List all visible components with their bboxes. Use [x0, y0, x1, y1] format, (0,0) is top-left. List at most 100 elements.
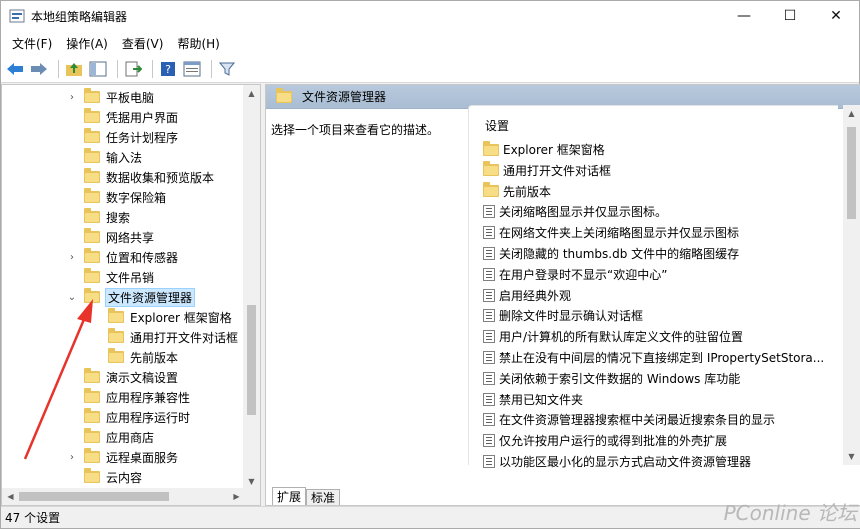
- list-item-setting[interactable]: 启用经典外观: [483, 285, 571, 306]
- tree-item[interactable]: 数据收集和预览版本: [66, 167, 214, 187]
- list-item-setting[interactable]: 在用户登录时不显示“欢迎中心”: [483, 264, 667, 285]
- window: 本地组策略编辑器 — ☐ ✕ 文件(F) 操作(A) 查看(V) 帮助(H) ?…: [0, 0, 860, 529]
- list-item-folder[interactable]: 先前版本: [483, 181, 551, 202]
- policy-setting-icon: [483, 267, 495, 281]
- tree-item-child[interactable]: 通用打开文件对话框: [98, 327, 238, 347]
- chevron-right-icon[interactable]: ›: [66, 247, 78, 267]
- folder-icon: [84, 228, 100, 243]
- tree-item[interactable]: 输入法: [66, 147, 142, 167]
- list-item-label: 在用户登录时不显示“欢迎中心”: [499, 267, 668, 282]
- tree-item-label: 应用商店: [106, 430, 155, 445]
- chevron-down-icon[interactable]: ⌄: [66, 287, 78, 307]
- tree-item[interactable]: 演示文稿设置: [66, 367, 178, 387]
- chevron-right-icon: [66, 207, 78, 227]
- close-button[interactable]: ✕: [813, 1, 859, 31]
- tree-item[interactable]: 应用商店: [66, 427, 154, 447]
- chevron-right-icon: [66, 427, 78, 447]
- tree-item[interactable]: 搜索: [66, 207, 130, 227]
- tree-item[interactable]: 文件吊销: [66, 267, 154, 287]
- tab-standard[interactable]: 标准: [306, 489, 341, 505]
- details-pane: 文件资源管理器 选择一个项目来查看它的描述。 设置 Explorer 框架窗格通…: [265, 84, 860, 506]
- up-folder-icon[interactable]: [64, 59, 84, 79]
- tree-item[interactable]: › 远程桌面服务: [66, 447, 178, 467]
- chevron-right-icon: [98, 327, 102, 347]
- folder-icon: [84, 408, 100, 423]
- chevron-right-icon[interactable]: ›: [66, 87, 78, 107]
- help-icon[interactable]: ?: [158, 59, 178, 79]
- list-item-setting[interactable]: 仅允许按用户运行的或得到批准的外壳扩展: [483, 430, 727, 451]
- policy-setting-icon: [483, 330, 495, 344]
- tree-vertical-scrollbar[interactable]: ▲ ▼: [243, 85, 260, 490]
- tree-item[interactable]: › 位置和传感器: [66, 247, 178, 267]
- list-item-setting[interactable]: 关闭缩略图显示并仅显示图标。: [483, 201, 667, 222]
- properties-icon[interactable]: [182, 59, 202, 79]
- tree-item[interactable]: ⌄ 文件资源管理器: [66, 287, 196, 307]
- policy-editor-icon: [9, 8, 25, 24]
- tree-item-label: 演示文稿设置: [106, 370, 179, 385]
- tree-item-label: 平板电脑: [106, 90, 155, 105]
- tree-item[interactable]: 凭据用户界面: [66, 107, 178, 127]
- list-item-setting[interactable]: 在网络文件夹上关闭缩略图显示并仅显示图标: [483, 222, 739, 243]
- scroll-thumb[interactable]: [247, 305, 256, 415]
- tree-item[interactable]: 应用程序运行时: [66, 407, 190, 427]
- tree-item[interactable]: 云内容: [66, 467, 142, 487]
- list-vertical-scrollbar[interactable]: ▲ ▼: [843, 105, 860, 465]
- export-list-icon[interactable]: [123, 59, 143, 79]
- scroll-left-icon[interactable]: ◀: [2, 488, 19, 505]
- folder-icon: [84, 288, 100, 303]
- list-item-setting[interactable]: 删除文件时显示确认对话框: [483, 305, 643, 326]
- show-hide-tree-icon[interactable]: [88, 59, 108, 79]
- list-item-setting[interactable]: 禁用已知文件夹: [483, 389, 583, 410]
- menu-help[interactable]: 帮助(H): [170, 35, 226, 52]
- list-item-label: 仅允许按用户运行的或得到批准的外壳扩展: [499, 434, 728, 449]
- tab-extended[interactable]: 扩展: [272, 487, 307, 505]
- folder-icon: [84, 248, 100, 263]
- scroll-up-icon[interactable]: ▲: [243, 85, 260, 102]
- list-item-setting[interactable]: 关闭隐藏的 thumbs.db 文件中的缩略图缓存: [483, 243, 739, 264]
- tree-item-child[interactable]: Explorer 框架窗格: [98, 307, 232, 327]
- settings-column-header[interactable]: 设置: [485, 117, 509, 134]
- tree-item-label: 文件吊销: [106, 270, 155, 285]
- chevron-right-icon: [66, 187, 78, 207]
- maximize-button[interactable]: ☐: [767, 1, 813, 31]
- scroll-up-icon[interactable]: ▲: [843, 105, 860, 122]
- tree-item-label: 凭据用户界面: [106, 110, 179, 125]
- list-item-folder[interactable]: 通用打开文件对话框: [483, 160, 611, 181]
- menu-file[interactable]: 文件(F): [5, 35, 59, 52]
- tree-item[interactable]: 应用程序兼容性: [66, 387, 190, 407]
- policy-setting-icon: [483, 247, 495, 260]
- folder-icon: [84, 168, 100, 183]
- list-item-folder[interactable]: Explorer 框架窗格: [483, 139, 605, 160]
- tree-item[interactable]: 数字保险箱: [66, 187, 166, 207]
- tree-item[interactable]: › 平板电脑: [66, 87, 154, 107]
- tree-item-label: 应用程序兼容性: [106, 390, 191, 405]
- menu-action[interactable]: 操作(A): [59, 35, 115, 52]
- forward-icon[interactable]: [29, 59, 49, 79]
- tree-item[interactable]: 网络共享: [66, 227, 154, 247]
- tree-item-child[interactable]: 先前版本: [98, 347, 178, 367]
- list-item-setting[interactable]: 在文件资源管理器搜索框中关闭最近搜索条目的显示: [483, 409, 775, 430]
- minimize-button[interactable]: —: [721, 1, 767, 31]
- scroll-thumb[interactable]: [19, 492, 169, 501]
- menu-view[interactable]: 查看(V): [115, 35, 171, 52]
- folder-icon: [84, 368, 100, 383]
- list-item-setting[interactable]: 关闭依赖于索引文件数据的 Windows 库功能: [483, 368, 740, 389]
- tree-horizontal-scrollbar[interactable]: ◀ ▶: [2, 488, 245, 505]
- list-item-setting[interactable]: 用户/计算机的所有默认库定义文件的驻留位置: [483, 326, 743, 347]
- chevron-right-icon[interactable]: ›: [66, 447, 78, 467]
- list-item-setting[interactable]: 以功能区最小化的显示方式启动文件资源管理器: [483, 451, 751, 472]
- tree-item[interactable]: 任务计划程序: [66, 127, 178, 147]
- folder-icon: [84, 188, 100, 203]
- filter-icon[interactable]: [217, 59, 237, 79]
- folder-icon: [84, 108, 100, 123]
- folder-icon: [84, 428, 100, 443]
- chevron-right-icon: [66, 107, 78, 127]
- chevron-right-icon: [66, 387, 78, 407]
- back-icon[interactable]: [5, 59, 25, 79]
- tree-item-label: 文件资源管理器: [104, 287, 196, 307]
- scroll-down-icon[interactable]: ▼: [843, 448, 860, 465]
- folder-icon: [84, 148, 100, 163]
- scroll-thumb[interactable]: [847, 127, 856, 219]
- chevron-right-icon: [66, 167, 78, 187]
- list-item-setting[interactable]: 禁止在没有中间层的情况下直接绑定到 IPropertySetStora...: [483, 347, 824, 368]
